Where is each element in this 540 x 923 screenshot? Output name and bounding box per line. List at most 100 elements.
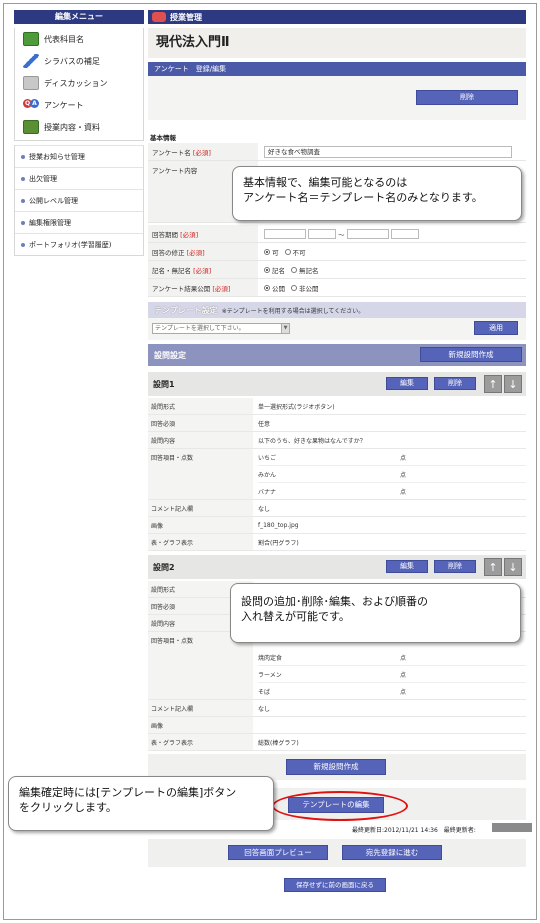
row-label: コメント記入欄	[148, 700, 253, 716]
answer-correction-label-text: 回答の修正	[152, 248, 185, 257]
sidebar-item-label: ディスカッション	[44, 78, 108, 88]
map-icon	[23, 32, 39, 46]
dropdown-arrow-icon: ▼	[281, 324, 289, 333]
radio-label: 無記名	[299, 266, 319, 275]
sidebar-item-label: 編集権限管理	[29, 218, 71, 227]
sidebar-item-permissions[interactable]: 編集権限管理	[15, 211, 143, 233]
edit-menu-sub: 授業お知らせ管理 出欠管理 公開レベル管理 編集権限管理 ポートフォリオ(学習履…	[14, 145, 144, 256]
required-mark: [必須]	[193, 266, 212, 275]
sidebar-item-syllabus[interactable]: シラバスの補足	[15, 50, 143, 72]
required-mark: [必須]	[180, 230, 199, 239]
basic-info-heading: 基本情報	[150, 134, 176, 142]
radio-label: 不可	[292, 248, 306, 257]
publish-label-text: アンケート結果公開	[152, 284, 211, 293]
signed-row: 記名・無記名 [必須] 記名 無記名	[148, 261, 526, 279]
back-without-saving-button[interactable]: 保存せずに前の画面に戻る	[284, 878, 386, 892]
course-management-bar: 授業管理	[148, 10, 526, 24]
template-select-area: テンプレートを選択して下さい。 ▼ 適用	[148, 318, 526, 340]
table-row: 表・グラフ表示 割合(円グラフ)	[148, 534, 526, 551]
anonymous-radio[interactable]	[291, 266, 297, 273]
last-updated-text: 最終更新日:2012/11/21 14:36 最終更新者:	[352, 827, 476, 834]
question-1-edit-button[interactable]: 編集	[386, 377, 428, 390]
period-separator: 〜	[338, 230, 345, 239]
period-end-date-input[interactable]	[346, 228, 389, 239]
template-select[interactable]: テンプレートを選択して下さい。 ▼	[152, 323, 290, 334]
row-label-text: 回答項目・点数	[151, 455, 194, 462]
correction-denied-radio[interactable]	[284, 248, 291, 255]
course-icon	[152, 12, 166, 22]
topbar-title: 授業管理	[170, 12, 202, 22]
bullet-icon	[21, 242, 25, 247]
bullet-icon	[21, 198, 25, 203]
option-label: いちご	[258, 454, 277, 462]
private-radio[interactable]	[291, 284, 297, 291]
callout-basic-info: 基本情報で、編集可能となるのは アンケート名＝テンプレート名のみとなります。	[232, 166, 522, 221]
question-2-move-down-button[interactable]: ↓	[504, 558, 522, 576]
table-row: コメント記入欄 なし	[148, 700, 526, 717]
highlight-oval	[272, 791, 408, 821]
publish-radio[interactable]	[264, 284, 270, 291]
sidebar-item-notices[interactable]: 授業お知らせ管理	[15, 145, 143, 167]
table-row: 設問形式 単一選択形式(ラジオボタン)	[148, 398, 526, 415]
table-row: コメント記入欄 なし	[148, 500, 526, 517]
section-title: アンケート 登録/編集	[148, 62, 526, 76]
sidebar-item-survey[interactable]: QA アンケート	[15, 94, 143, 116]
row-value: 以下のうち、好きな果物はなんですか？	[258, 437, 366, 445]
option-label: バナナ	[258, 489, 277, 496]
callout-text: をクリックします。	[19, 801, 117, 814]
new-question-button-bottom[interactable]: 新規設問作成	[286, 759, 386, 775]
sidebar-item-visibility[interactable]: 公開レベル管理	[15, 189, 143, 211]
redacted-block	[492, 823, 532, 832]
signed-cell: 記名 無記名	[264, 261, 526, 278]
arrow-down-icon: ↓	[508, 378, 518, 391]
row-value: 割合(円グラフ)	[258, 539, 299, 547]
period-end-time-input[interactable]	[390, 228, 419, 239]
question-1-move-up-button[interactable]: ↑	[484, 375, 502, 393]
question-2-move-up-button[interactable]: ↑	[484, 558, 502, 576]
question-2-edit-button[interactable]: 編集	[386, 560, 428, 573]
to-recipient-button[interactable]: 宛先登録に進む	[342, 845, 442, 860]
bullet-icon	[21, 220, 25, 225]
question-1-title: 設問1	[153, 380, 175, 389]
delete-button[interactable]: 削除	[416, 90, 518, 105]
correction-allowed-radio[interactable]	[264, 248, 270, 255]
row-label: 回答必須	[148, 415, 253, 431]
row-label: 画像	[148, 717, 253, 733]
sidebar-item-course-name[interactable]: 代表科目名	[15, 28, 143, 50]
callout-text: 入れ替えが可能です。	[241, 610, 350, 623]
callout-text: 設問の追加･削除･編集、および順番の	[241, 595, 428, 608]
question-1-delete-button[interactable]: 削除	[434, 377, 476, 390]
option-label: 焼肉定食	[258, 654, 283, 662]
period-start-time-input[interactable]	[308, 228, 336, 239]
radio-label: 記名	[272, 266, 285, 275]
table-row: 画像	[148, 717, 526, 734]
question-2-header: 設問2 編集 削除 ↑ ↓	[148, 555, 526, 579]
row-label: 回答項目・点数	[148, 449, 253, 499]
question-2-delete-button[interactable]: 削除	[434, 560, 476, 573]
preview-button[interactable]: 回答画面プレビュー	[228, 845, 328, 860]
question-1-move-down-button[interactable]: ↓	[504, 375, 522, 393]
signed-radio[interactable]	[264, 266, 270, 273]
sidebar-item-portfolio[interactable]: ポートフォリオ(学習履歴)	[15, 233, 143, 255]
apply-template-button[interactable]: 適用	[474, 321, 518, 335]
qa-icon: QA	[23, 98, 39, 112]
publish-row: アンケート結果公開 [必須] 公開 非公開	[148, 279, 526, 297]
sidebar-item-label: ポートフォリオ(学習履歴)	[29, 240, 112, 249]
sidebar-item-materials[interactable]: 授業内容・資料	[15, 116, 143, 138]
main-content: 授業管理 現代法入門Ⅱ アンケート 登録/編集 削除	[148, 10, 526, 120]
answer-period-cell: 〜	[264, 225, 526, 242]
period-start-date-input[interactable]	[264, 228, 306, 239]
sidebar-item-attendance[interactable]: 出欠管理	[15, 167, 143, 189]
sidebar-item-discussion[interactable]: ディスカッション	[15, 72, 143, 94]
survey-name-input[interactable]: 好きな食べ物調査	[264, 145, 512, 158]
new-question-button-top[interactable]: 新規設問作成	[420, 347, 522, 362]
radio-label: 公開	[272, 284, 285, 293]
signed-label: 記名・無記名 [必須]	[148, 261, 258, 278]
answer-correction-label: 回答の修正 [必須]	[148, 243, 258, 260]
table-row: 回答必須 任意	[148, 415, 526, 432]
callout-text: アンケート名＝テンプレート名のみとなります。	[243, 191, 483, 204]
sidebar-item-label: 出欠管理	[29, 174, 57, 183]
row-label: 画像	[148, 517, 253, 533]
option-cell: いちご 点	[258, 449, 526, 466]
row-value: なし	[258, 505, 271, 513]
